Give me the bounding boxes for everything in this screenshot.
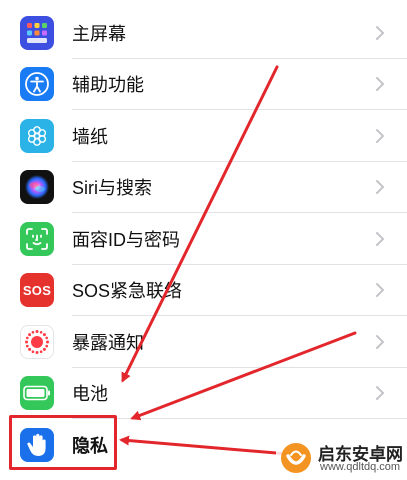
settings-item-label: 主屏幕	[72, 23, 126, 44]
settings-item-home-screen[interactable]: 主屏幕	[0, 7, 407, 59]
chevron-right-icon	[376, 283, 385, 298]
settings-item-label: SOS紧急联络	[72, 281, 183, 302]
settings-item-label: 电池	[72, 384, 108, 405]
chevron-right-icon	[376, 77, 385, 92]
battery-icon	[20, 376, 54, 411]
watermark-url: www.qdltdq.com	[320, 461, 401, 473]
accessibility-icon	[20, 67, 54, 102]
chevron-right-icon	[376, 128, 385, 143]
settings-item-emergency-sos[interactable]: SOS SOS紧急联络	[0, 265, 407, 316]
settings-item-exposure-notifications[interactable]: 暴露通知	[0, 316, 407, 368]
home-screen-grid-icon	[20, 15, 54, 50]
settings-item-accessibility[interactable]: 辅助功能	[0, 59, 407, 110]
settings-item-battery[interactable]: 电池	[0, 368, 407, 419]
exposure-notification-icon	[20, 324, 54, 359]
settings-item-label: 暴露通知	[72, 332, 144, 353]
settings-item-label: 面容ID与密码	[72, 229, 180, 250]
chevron-right-icon	[376, 231, 385, 246]
chevron-right-icon	[376, 180, 385, 195]
watermark-logo-icon	[281, 443, 311, 473]
sos-icon: SOS	[20, 273, 54, 308]
settings-item-label: 辅助功能	[72, 75, 144, 96]
sos-icon-text: SOS	[22, 282, 52, 298]
settings-item-label: 墙纸	[72, 126, 108, 147]
chevron-right-icon	[376, 334, 385, 349]
siri-icon	[20, 170, 54, 205]
wallpaper-flower-icon	[20, 118, 54, 153]
highlight-box-privacy	[9, 415, 117, 470]
settings-item-wallpaper[interactable]: 墙纸	[0, 110, 407, 162]
watermark: 启东安卓网 www.qdltdq.com	[276, 437, 407, 480]
chevron-right-icon	[376, 386, 385, 401]
settings-item-label: Siri与搜索	[72, 178, 152, 199]
face-id-icon	[20, 221, 54, 256]
settings-item-face-id-passcode[interactable]: 面容ID与密码	[0, 213, 407, 265]
settings-item-siri-search[interactable]: Siri与搜索	[0, 162, 407, 213]
chevron-right-icon	[376, 25, 385, 40]
